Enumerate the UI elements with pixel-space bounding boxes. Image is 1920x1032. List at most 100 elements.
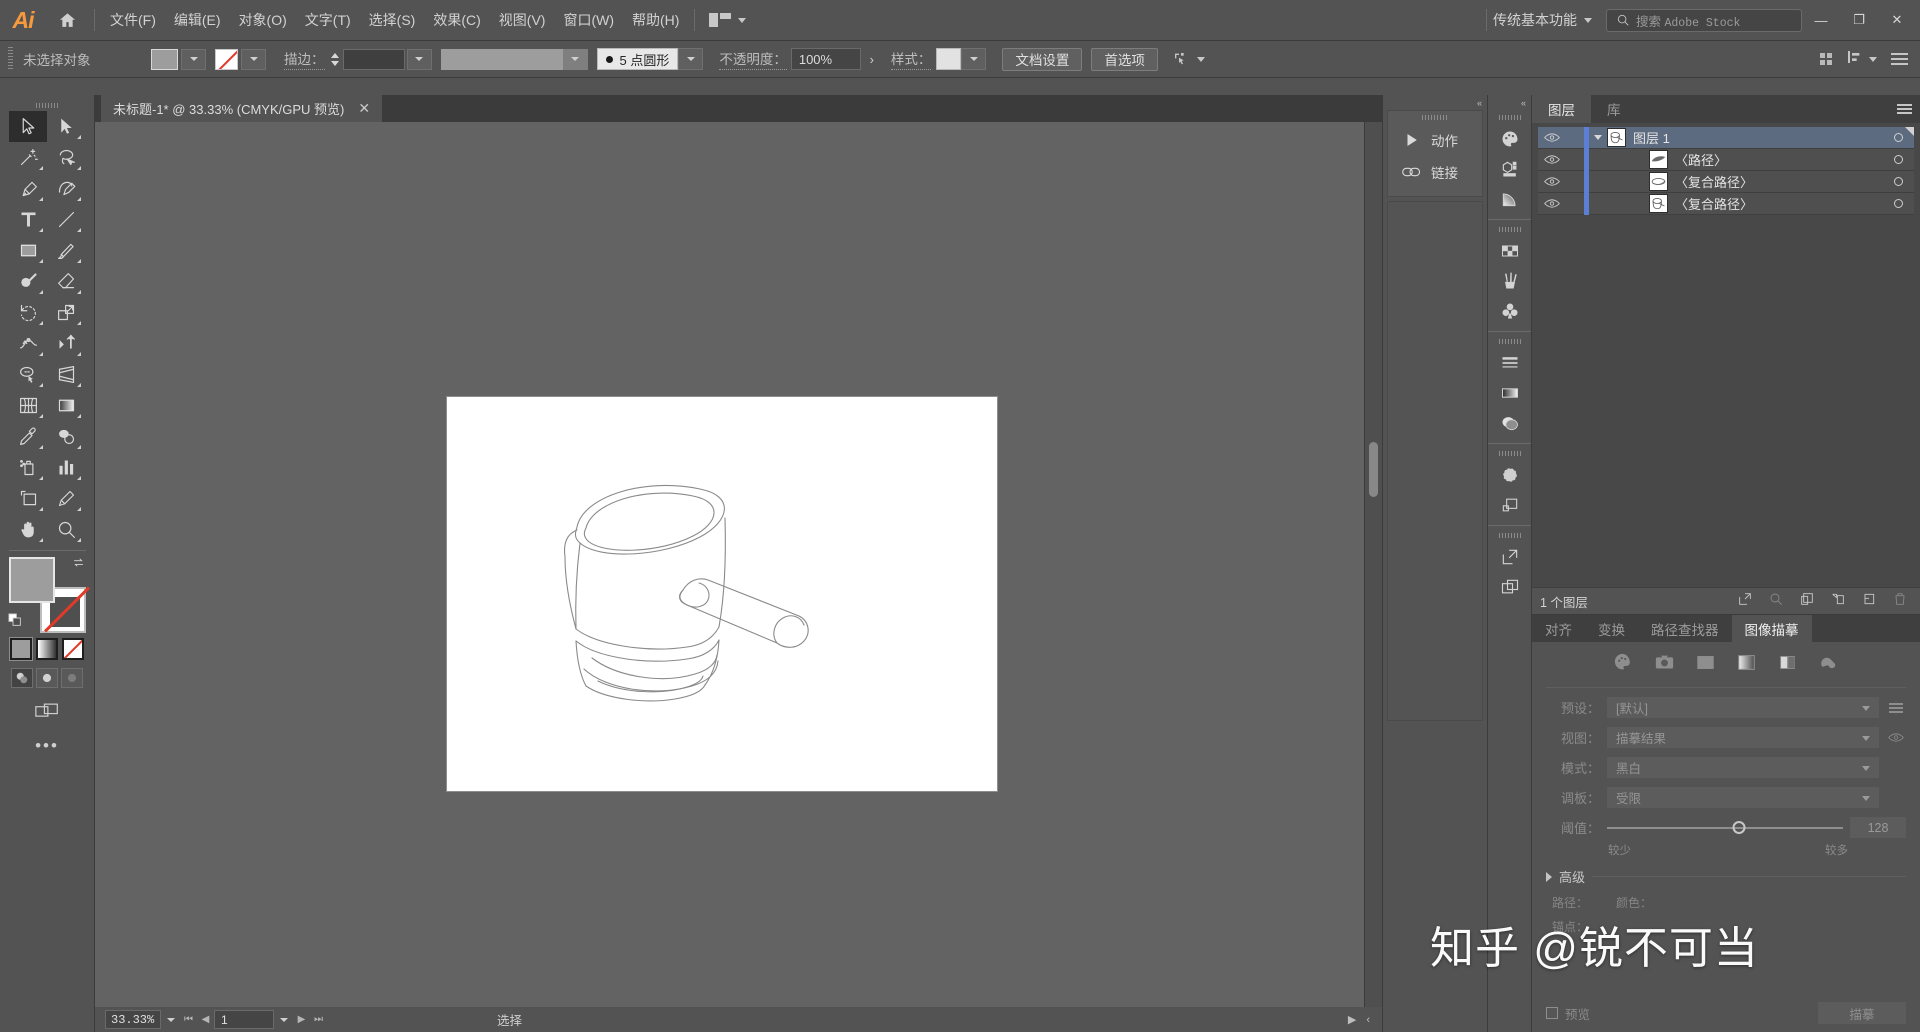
create-new-sublayer-icon[interactable]: [1830, 591, 1846, 612]
maximize-button[interactable]: ❐: [1840, 0, 1878, 41]
draw-normal-button[interactable]: [11, 668, 33, 688]
opacity-input[interactable]: 100%: [790, 48, 861, 70]
target-indicator[interactable]: [1882, 199, 1914, 208]
artwork-saucepan-drawing[interactable]: [447, 397, 997, 791]
minimize-button[interactable]: —: [1802, 0, 1840, 41]
black-and-white-icon[interactable]: [1777, 653, 1798, 677]
home-icon[interactable]: [46, 0, 88, 41]
artboard-number-input[interactable]: 1: [214, 1010, 274, 1029]
gradient-bar-icon[interactable]: [1488, 378, 1532, 408]
variable-width-dropdown[interactable]: [562, 48, 588, 70]
tab-layers[interactable]: 图层: [1532, 95, 1591, 123]
panel-item-links[interactable]: 链接: [1388, 156, 1482, 188]
first-artboard-button[interactable]: ⏮: [180, 1010, 197, 1029]
make-clipping-mask-icon[interactable]: [1799, 591, 1815, 612]
symbols-panel-icon[interactable]: [1488, 296, 1532, 326]
artboard-tool[interactable]: [9, 483, 47, 514]
curvature-tool[interactable]: [47, 173, 85, 204]
type-tool[interactable]: [9, 204, 47, 235]
default-fill-stroke-icon[interactable]: [7, 612, 24, 629]
selection-tool[interactable]: [9, 111, 47, 142]
edit-toolbar-button[interactable]: •••: [0, 736, 94, 756]
workspace-switcher-label[interactable]: 传统基本功能: [1493, 10, 1577, 30]
search-icon[interactable]: [1768, 591, 1784, 612]
stroke-weight-label[interactable]: 描边：: [284, 48, 325, 70]
trace-button[interactable]: 描摹: [1818, 1002, 1906, 1024]
mesh-tool[interactable]: [9, 390, 47, 421]
export-panel-icon[interactable]: [1488, 542, 1532, 572]
menu-help[interactable]: 帮助(H): [623, 0, 688, 41]
threshold-slider[interactable]: [1607, 817, 1843, 838]
low-color-icon[interactable]: [1695, 653, 1716, 677]
stroke-weight-dropdown[interactable]: [406, 48, 432, 70]
stroke-panel-icon[interactable]: [1488, 348, 1532, 378]
eraser-tool[interactable]: [47, 266, 85, 297]
panel-gripper[interactable]: [1388, 111, 1482, 124]
draw-inside-button[interactable]: [61, 668, 83, 688]
object-name[interactable]: 〈复合路径〉: [1675, 172, 1753, 191]
transparency-panel-icon[interactable]: [1488, 408, 1532, 438]
control-bar-gripper[interactable]: [8, 47, 13, 71]
variable-width-profile-field[interactable]: [440, 48, 563, 70]
rectangle-tool[interactable]: [9, 235, 47, 266]
target-indicator[interactable]: [1882, 177, 1914, 186]
tab-image-trace[interactable]: 图像描摹: [1731, 615, 1812, 642]
layer-row-4[interactable]: 〈复合路径〉: [1538, 192, 1914, 215]
slice-tool[interactable]: [47, 483, 85, 514]
delete-selection-icon[interactable]: [1892, 591, 1908, 612]
color-guide-icon[interactable]: [1488, 154, 1532, 184]
visibility-toggle-icon[interactable]: [1538, 171, 1566, 193]
menu-edit[interactable]: 编辑(E): [165, 0, 230, 41]
vertical-scroll-thumb[interactable]: [1369, 442, 1378, 497]
column-graph-tool[interactable]: [47, 452, 85, 483]
visibility-toggle-icon[interactable]: [1538, 193, 1566, 215]
outline-icon[interactable]: [1818, 653, 1839, 677]
graphic-style-swatch[interactable]: [936, 48, 962, 70]
stroke-dropdown-button[interactable]: [241, 48, 266, 70]
screen-mode-button[interactable]: [0, 702, 94, 720]
panel-menu-icon[interactable]: [1891, 52, 1908, 66]
layer-row-1[interactable]: 图层 1: [1538, 126, 1914, 149]
brush-definition-field[interactable]: 5 点圆形: [596, 48, 679, 70]
icon-dock-gripper[interactable]: [1488, 110, 1531, 124]
previous-artboard-button[interactable]: ◀: [197, 1010, 214, 1029]
object-name[interactable]: 〈复合路径〉: [1675, 194, 1753, 213]
blend-tool[interactable]: [47, 421, 85, 452]
icon-dock-gripper-2[interactable]: [1488, 222, 1531, 236]
fill-color-swatch[interactable]: [151, 48, 178, 70]
swap-fill-stroke-icon[interactable]: [71, 555, 87, 571]
slider-knob[interactable]: [1732, 821, 1746, 834]
layer-row-3[interactable]: 〈复合路径〉: [1538, 170, 1914, 193]
none-mode-button[interactable]: [62, 638, 84, 660]
grayscale-icon[interactable]: [1736, 653, 1757, 677]
lock-toggle[interactable]: [1566, 149, 1584, 171]
appearance-panel-icon[interactable]: [1488, 460, 1532, 490]
menu-type[interactable]: 文字(T): [296, 0, 360, 41]
expand-layer-icon[interactable]: [1589, 127, 1607, 149]
threshold-value-input[interactable]: 128: [1850, 817, 1906, 838]
gradient-panel-icon[interactable]: [1488, 184, 1532, 214]
eyedropper-tool[interactable]: [9, 421, 47, 452]
create-new-layer-icon[interactable]: [1861, 591, 1877, 612]
visibility-toggle-icon[interactable]: [1538, 127, 1566, 149]
icon-dock-gripper-5[interactable]: [1488, 528, 1531, 542]
stroke-weight-stepper[interactable]: [329, 49, 341, 70]
lock-toggle[interactable]: [1566, 193, 1584, 215]
style-label[interactable]: 样式：: [890, 48, 932, 70]
canvas-viewport[interactable]: [95, 122, 1364, 1007]
magic-wand-tool[interactable]: [9, 142, 47, 173]
menu-window[interactable]: 窗口(W): [554, 0, 623, 41]
close-icon[interactable]: ✕: [358, 100, 370, 117]
workspace-chevron-down-icon[interactable]: [1584, 17, 1592, 23]
preferences-button[interactable]: 首选项: [1091, 47, 1158, 71]
color-mode-button[interactable]: [9, 637, 33, 661]
locate-object-icon[interactable]: [1737, 591, 1753, 612]
hand-tool[interactable]: [9, 514, 47, 545]
brush-definition-dropdown[interactable]: [678, 48, 704, 70]
icon-dock-gripper-4[interactable]: [1488, 446, 1531, 460]
fill-color-indicator[interactable]: [8, 557, 55, 603]
tab-transform[interactable]: 变换: [1585, 615, 1638, 642]
view-select[interactable]: 描摹结果: [1607, 727, 1879, 748]
arrange-documents-button[interactable]: [701, 13, 747, 27]
status-flyout-icon[interactable]: ‹: [1366, 1014, 1370, 1026]
